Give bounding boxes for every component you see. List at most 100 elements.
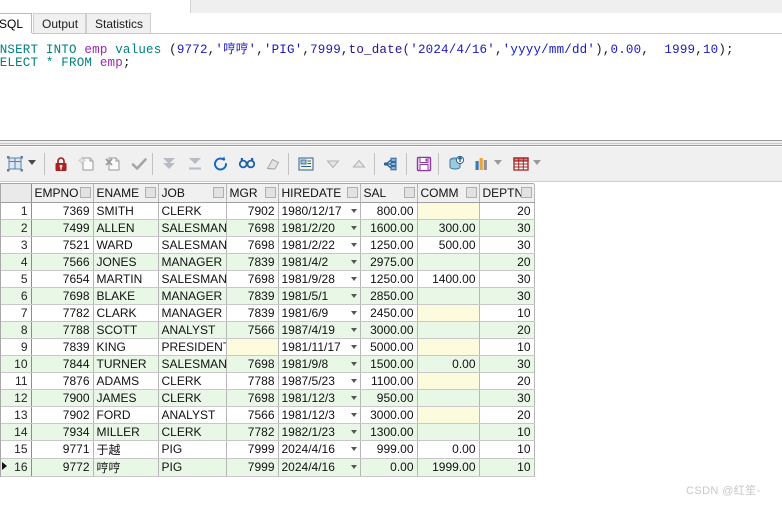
refresh-icon[interactable] [208, 151, 234, 177]
row-number-cell[interactable]: 5 [1, 270, 32, 288]
cell-job[interactable]: CLERK [158, 202, 227, 220]
column-resize-handle[interactable] [403, 187, 415, 198]
single-record-view-icon[interactable] [293, 151, 319, 177]
row-number-cell[interactable]: 2 [1, 219, 32, 237]
chart-icon[interactable] [469, 151, 495, 177]
column-resize-handle[interactable] [465, 187, 477, 198]
cell-hiredate[interactable]: 1981/12/3 [278, 389, 361, 407]
save-icon[interactable] [411, 151, 437, 177]
cell-sal[interactable]: 800.00 [360, 202, 418, 220]
cell-mgr[interactable]: 7839 [226, 253, 279, 271]
table-row[interactable]: 2 7499 ALLEN SALESMAN 7698 1981/2/20 1600.00 30… [1, 219, 535, 237]
cell-hiredate[interactable]: 1982/1/23 [278, 423, 361, 441]
column-resize-handle[interactable] [212, 187, 224, 198]
cell-mgr[interactable]: 7839 [226, 304, 279, 322]
cell-comm[interactable] [417, 423, 480, 441]
cell-deptno[interactable]: 30 [479, 389, 535, 407]
cell-empno[interactable]: 9771 [31, 440, 94, 459]
delete-record-icon[interactable] [100, 151, 126, 177]
grid-view-icon[interactable] [2, 151, 28, 177]
cell-hiredate[interactable]: 1987/5/23 [278, 372, 361, 390]
table-grid-icon[interactable] [508, 151, 534, 177]
row-number-cell[interactable]: 1 [1, 202, 32, 220]
cell-hiredate[interactable]: 1981/9/28 [278, 270, 361, 288]
move-up-icon[interactable] [346, 151, 372, 177]
cell-job[interactable]: ANALYST [158, 321, 227, 339]
tab-statistics[interactable]: Statistics [86, 13, 151, 34]
fetch-last-page-icon[interactable] [182, 151, 208, 177]
date-picker-caret-icon[interactable] [350, 225, 357, 230]
cell-comm[interactable] [417, 372, 480, 390]
cell-empno[interactable]: 7698 [31, 287, 94, 305]
table-row[interactable]: 16 9772 哼哼 PIG 7999 2024/4/16 0.00 1999.00 10 [1, 458, 535, 477]
cell-ename[interactable]: ADAMS [93, 372, 159, 390]
cell-ename[interactable]: WARD [93, 236, 159, 254]
row-number-cell[interactable]: 10 [1, 355, 32, 373]
cell-comm[interactable]: 1999.00 [417, 458, 480, 477]
row-number-cell[interactable]: 9 [1, 338, 32, 356]
cell-mgr[interactable]: 7788 [226, 372, 279, 390]
cell-ename[interactable]: TURNER [93, 355, 159, 373]
row-number-cell[interactable]: 8 [1, 321, 32, 339]
date-picker-caret-icon[interactable] [350, 293, 357, 298]
cell-ename[interactable]: BLAKE [93, 287, 159, 305]
cell-empno[interactable]: 7900 [31, 389, 94, 407]
cell-comm[interactable] [417, 321, 480, 339]
cell-mgr[interactable]: 7782 [226, 423, 279, 441]
cell-deptno[interactable]: 20 [479, 202, 535, 220]
window-tab-partial[interactable] [0, 0, 191, 13]
cell-empno[interactable]: 7876 [31, 372, 94, 390]
cell-mgr[interactable]: 7698 [226, 219, 279, 237]
date-picker-caret-icon[interactable] [350, 242, 357, 247]
cell-sal[interactable]: 999.00 [360, 440, 418, 459]
cell-ename[interactable]: JAMES [93, 389, 159, 407]
cell-ename[interactable]: CLARK [93, 304, 159, 322]
cell-ename[interactable]: JONES [93, 253, 159, 271]
cell-deptno[interactable]: 10 [479, 458, 535, 477]
column-header-mgr[interactable]: MGR [226, 184, 279, 203]
table-dropdown-caret[interactable] [533, 160, 541, 165]
table-row[interactable]: 4 7566 JONES MANAGER 7839 1981/4/2 2975.00 20 [1, 253, 535, 271]
cell-hiredate[interactable]: 1981/4/2 [278, 253, 361, 271]
cell-ename[interactable]: SCOTT [93, 321, 159, 339]
cell-ename[interactable]: MILLER [93, 423, 159, 441]
table-row[interactable]: 12 7900 JAMES CLERK 7698 1981/12/3 950.00 30 [1, 389, 535, 407]
cell-deptno[interactable]: 10 [479, 338, 535, 356]
export-links-icon[interactable] [379, 151, 405, 177]
column-resize-handle[interactable] [346, 187, 358, 198]
cell-job[interactable]: MANAGER [158, 253, 227, 271]
cell-deptno[interactable]: 10 [479, 440, 535, 459]
row-number-cell[interactable]: 15 [1, 440, 32, 459]
cell-empno[interactable]: 7902 [31, 406, 94, 424]
table-row[interactable]: 8 7788 SCOTT ANALYST 7566 1987/4/19 3000.00 20 [1, 321, 535, 339]
cell-job[interactable]: SALESMAN [158, 219, 227, 237]
cell-sal[interactable]: 0.00 [360, 458, 418, 477]
database-info-icon[interactable] [443, 151, 469, 177]
cell-deptno[interactable]: 30 [479, 219, 535, 237]
table-row[interactable]: 13 7902 FORD ANALYST 7566 1981/12/3 3000.00 20 [1, 406, 535, 424]
cell-deptno[interactable]: 30 [479, 355, 535, 373]
cell-comm[interactable] [417, 202, 480, 220]
cell-hiredate[interactable]: 1981/6/9 [278, 304, 361, 322]
cell-hiredate[interactable]: 1981/2/22 [278, 236, 361, 254]
cell-sal[interactable]: 5000.00 [360, 338, 418, 356]
cell-job[interactable]: CLERK [158, 423, 227, 441]
cell-job[interactable]: SALESMAN [158, 270, 227, 288]
cell-sal[interactable]: 1250.00 [360, 236, 418, 254]
cell-empno[interactable]: 7369 [31, 202, 94, 220]
cell-hiredate[interactable]: 1981/5/1 [278, 287, 361, 305]
cell-deptno[interactable]: 30 [479, 287, 535, 305]
tab-output[interactable]: Output [33, 13, 86, 34]
cell-deptno[interactable]: 20 [479, 372, 535, 390]
cell-sal[interactable]: 1250.00 [360, 270, 418, 288]
date-picker-caret-icon[interactable] [350, 395, 357, 400]
cell-comm[interactable]: 0.00 [417, 440, 480, 459]
cell-empno[interactable]: 7521 [31, 236, 94, 254]
column-resize-handle[interactable] [144, 187, 156, 198]
cell-empno[interactable]: 7499 [31, 219, 94, 237]
cell-mgr[interactable]: 7999 [226, 440, 279, 459]
date-picker-caret-icon[interactable] [350, 378, 357, 383]
cell-deptno[interactable]: 20 [479, 253, 535, 271]
cell-deptno[interactable]: 30 [479, 236, 535, 254]
view-dropdown-caret[interactable] [28, 160, 36, 165]
